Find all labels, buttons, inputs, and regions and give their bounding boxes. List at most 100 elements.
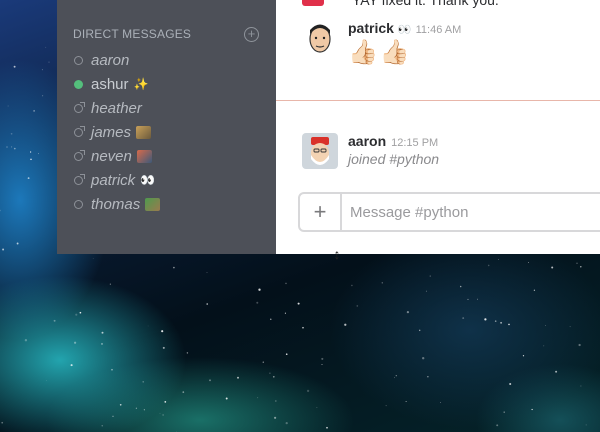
sidebar: DIRECT MESSAGES + aaron ashur ✨ heather … xyxy=(57,0,276,254)
dm-name: heather xyxy=(91,99,142,117)
presence-dnd-icon xyxy=(74,125,85,137)
star xyxy=(500,321,503,324)
star xyxy=(13,147,16,150)
message-input[interactable] xyxy=(342,194,600,230)
dm-name: james xyxy=(91,123,132,141)
star xyxy=(2,248,5,251)
star xyxy=(173,266,175,269)
star xyxy=(284,312,286,314)
star xyxy=(111,368,113,371)
eyes-icon: 👀 xyxy=(397,24,412,36)
dm-item-heather[interactable]: heather xyxy=(74,96,160,120)
star xyxy=(147,325,149,327)
star xyxy=(119,403,122,406)
star xyxy=(237,376,239,379)
star xyxy=(306,389,310,393)
star xyxy=(297,302,300,305)
star xyxy=(142,381,144,383)
star xyxy=(262,361,265,363)
dm-name: patrick xyxy=(91,171,136,189)
star xyxy=(405,401,407,402)
star xyxy=(109,283,111,285)
custom-emoji-icon xyxy=(136,149,152,163)
star xyxy=(533,289,536,291)
star xyxy=(159,412,161,414)
star xyxy=(356,305,359,307)
star xyxy=(551,266,554,269)
house-emoji-icon xyxy=(145,197,161,211)
presence-active-icon xyxy=(74,79,83,89)
star xyxy=(467,298,469,300)
star xyxy=(321,363,323,366)
star xyxy=(101,331,104,334)
star xyxy=(206,303,208,305)
star xyxy=(269,372,271,374)
dm-item-james[interactable]: james xyxy=(74,120,160,144)
star xyxy=(135,407,138,409)
star xyxy=(75,313,78,316)
star xyxy=(30,158,32,161)
message-patrick: patrick 👀 11:46 AM 👍🏻👍🏻 xyxy=(302,20,461,67)
star xyxy=(41,69,43,71)
star xyxy=(427,376,429,378)
dm-name: neven xyxy=(91,147,132,165)
star xyxy=(569,326,571,328)
star xyxy=(484,318,487,321)
star xyxy=(585,424,587,426)
star xyxy=(186,352,189,354)
dm-item-neven[interactable]: neven xyxy=(74,144,160,168)
dm-item-aaron[interactable]: aaron xyxy=(74,48,160,72)
star xyxy=(143,409,145,411)
star xyxy=(256,301,259,304)
star xyxy=(462,317,465,320)
star xyxy=(459,285,462,288)
dm-item-thomas[interactable]: thomas xyxy=(74,192,161,216)
message-timestamp[interactable]: 12:15 PM xyxy=(391,137,438,149)
star xyxy=(79,311,82,314)
star xyxy=(543,345,545,347)
star xyxy=(7,105,9,107)
star xyxy=(439,402,441,403)
star xyxy=(112,415,114,417)
star xyxy=(321,357,324,360)
direct-messages-title[interactable]: DIRECT MESSAGES xyxy=(73,27,191,41)
star xyxy=(580,266,582,268)
add-attachment-button[interactable]: + xyxy=(300,194,342,230)
star xyxy=(302,326,304,329)
star xyxy=(33,110,35,112)
star xyxy=(285,421,288,425)
join-message: joined #python xyxy=(348,151,440,167)
star xyxy=(326,426,328,429)
star xyxy=(70,364,73,367)
dm-name: thomas xyxy=(91,195,141,213)
star xyxy=(1,421,4,424)
dm-item-ashur[interactable]: ashur ✨ xyxy=(74,72,160,96)
star xyxy=(24,339,28,342)
star xyxy=(11,146,13,148)
star xyxy=(274,400,277,402)
star xyxy=(0,209,1,212)
star xyxy=(45,46,47,48)
star xyxy=(162,414,164,416)
star xyxy=(53,319,56,322)
author-name[interactable]: aaron xyxy=(348,133,386,149)
star xyxy=(16,242,19,245)
message-aaron: aaron 12:15 PM joined #python xyxy=(302,133,439,169)
presence-away-icon xyxy=(74,55,83,65)
avatar-patrick[interactable] xyxy=(302,20,338,56)
direct-messages-header: DIRECT MESSAGES + xyxy=(73,26,259,42)
avatar[interactable] xyxy=(302,0,324,6)
message-timestamp[interactable]: 11:46 AM xyxy=(416,24,462,36)
star xyxy=(257,397,259,399)
star xyxy=(164,401,167,403)
custom-emoji-icon xyxy=(136,125,152,139)
avatar-aaron[interactable] xyxy=(302,133,338,169)
star xyxy=(258,288,261,291)
add-direct-message-icon[interactable]: + xyxy=(244,26,259,42)
dm-item-patrick[interactable]: patrick 👀 xyxy=(74,168,160,192)
star xyxy=(316,407,318,408)
star xyxy=(477,298,478,300)
author-name[interactable]: patrick xyxy=(348,20,394,36)
message-pane: YAY fixed it. Thank you. patrick 👀 11:46… xyxy=(276,0,600,254)
star xyxy=(522,355,525,357)
